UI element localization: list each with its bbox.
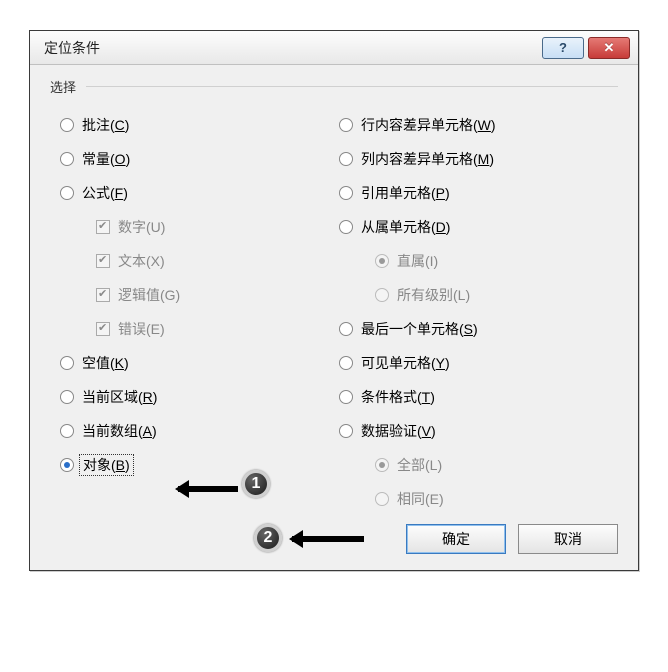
- radio-icon: [375, 458, 389, 472]
- option-radio: 相同(E): [339, 482, 618, 516]
- option-label: 可见单元格(Y): [361, 353, 450, 373]
- radio-icon: [339, 118, 353, 132]
- help-icon: ?: [559, 40, 567, 55]
- radio-icon: [339, 390, 353, 404]
- dialog-title: 定位条件: [44, 38, 538, 58]
- option-label: 文本(X): [118, 251, 165, 271]
- option-label: 数据验证(V): [361, 421, 436, 441]
- help-button[interactable]: ?: [542, 37, 584, 59]
- option-label: 直属(I): [397, 251, 438, 271]
- option-radio[interactable]: 批注(C): [60, 108, 339, 142]
- option-label: 条件格式(T): [361, 387, 435, 407]
- option-radio[interactable]: 列内容差异单元格(M): [339, 142, 618, 176]
- option-checkbox: 逻辑值(G): [60, 278, 339, 312]
- option-checkbox: 文本(X): [60, 244, 339, 278]
- option-label: 错误(E): [118, 319, 165, 339]
- checkbox-icon: [96, 288, 110, 302]
- radio-icon: [339, 220, 353, 234]
- radio-icon: [339, 356, 353, 370]
- radio-icon: [375, 492, 389, 506]
- option-radio: 全部(L): [339, 448, 618, 482]
- option-radio[interactable]: 引用单元格(P): [339, 176, 618, 210]
- callout-badge-2: 2: [254, 524, 282, 552]
- radio-icon: [60, 186, 74, 200]
- option-label: 最后一个单元格(S): [361, 319, 478, 339]
- option-radio[interactable]: 常量(O): [60, 142, 339, 176]
- close-icon: ✕: [604, 40, 615, 56]
- radio-icon: [375, 288, 389, 302]
- radio-icon: [60, 424, 74, 438]
- close-button[interactable]: ✕: [588, 37, 630, 59]
- option-label: 所有级别(L): [397, 285, 470, 305]
- radio-icon: [60, 390, 74, 404]
- option-radio[interactable]: 当前数组(A): [60, 414, 339, 448]
- checkbox-icon: [96, 220, 110, 234]
- dialog-content: 选择 批注(C) 常量(O) 公式(F) 数字(U) 文本(X) 逻辑值(G) 错误(E) 空…: [30, 65, 638, 570]
- radio-icon: [339, 424, 353, 438]
- ok-button[interactable]: 确定: [406, 524, 506, 554]
- option-label: 公式(F): [82, 183, 128, 203]
- radio-icon: [60, 356, 74, 370]
- option-checkbox: 数字(U): [60, 210, 339, 244]
- radio-icon: [60, 458, 74, 472]
- option-radio[interactable]: 对象(B): [60, 448, 339, 482]
- radio-icon: [339, 322, 353, 336]
- checkbox-icon: [96, 254, 110, 268]
- radio-icon: [339, 186, 353, 200]
- group-label-text: 选择: [50, 77, 76, 96]
- option-label: 对象(B): [83, 457, 130, 473]
- option-radio[interactable]: 数据验证(V): [339, 414, 618, 448]
- option-radio: 所有级别(L): [339, 278, 618, 312]
- option-label: 全部(L): [397, 455, 442, 475]
- option-label: 逻辑值(G): [118, 285, 180, 305]
- option-radio[interactable]: 当前区域(R): [60, 380, 339, 414]
- group-divider: [86, 86, 618, 87]
- group-label: 选择: [50, 77, 618, 96]
- option-label: 从属单元格(D): [361, 217, 450, 237]
- callout-badge-1: 1: [242, 470, 270, 498]
- option-checkbox: 错误(E): [60, 312, 339, 346]
- radio-icon: [375, 254, 389, 268]
- callout-arrow-1: [178, 486, 238, 492]
- options-left-column: 批注(C) 常量(O) 公式(F) 数字(U) 文本(X) 逻辑值(G) 错误(E) 空值(K…: [50, 100, 339, 516]
- option-label: 批注(C): [82, 115, 129, 135]
- titlebar[interactable]: 定位条件 ? ✕: [30, 31, 638, 65]
- option-radio: 直属(I): [339, 244, 618, 278]
- goto-special-dialog: 定位条件 ? ✕ 选择 批注(C) 常量(O) 公式(F) 数字(U) 文本(X) 逻辑值…: [29, 30, 639, 571]
- callout-arrow-2: [292, 536, 364, 542]
- option-label: 数字(U): [118, 217, 165, 237]
- option-label: 列内容差异单元格(M): [361, 149, 494, 169]
- option-radio[interactable]: 最后一个单元格(S): [339, 312, 618, 346]
- option-label: 当前区域(R): [82, 387, 157, 407]
- option-label: 引用单元格(P): [361, 183, 450, 203]
- option-label: 相同(E): [397, 489, 444, 509]
- option-radio[interactable]: 空值(K): [60, 346, 339, 380]
- radio-icon: [60, 118, 74, 132]
- option-radio[interactable]: 条件格式(T): [339, 380, 618, 414]
- cancel-button[interactable]: 取消: [518, 524, 618, 554]
- option-radio[interactable]: 行内容差异单元格(W): [339, 108, 618, 142]
- options-right-column: 行内容差异单元格(W) 列内容差异单元格(M) 引用单元格(P) 从属单元格(D) 直属…: [339, 100, 618, 516]
- option-radio[interactable]: 公式(F): [60, 176, 339, 210]
- option-label: 当前数组(A): [82, 421, 157, 441]
- option-radio[interactable]: 可见单元格(Y): [339, 346, 618, 380]
- radio-icon: [339, 152, 353, 166]
- radio-icon: [60, 152, 74, 166]
- option-label: 常量(O): [82, 149, 130, 169]
- option-radio[interactable]: 从属单元格(D): [339, 210, 618, 244]
- dialog-buttons: 2 确定 取消: [50, 516, 618, 554]
- checkbox-icon: [96, 322, 110, 336]
- option-label: 行内容差异单元格(W): [361, 115, 496, 135]
- option-label: 空值(K): [82, 353, 129, 373]
